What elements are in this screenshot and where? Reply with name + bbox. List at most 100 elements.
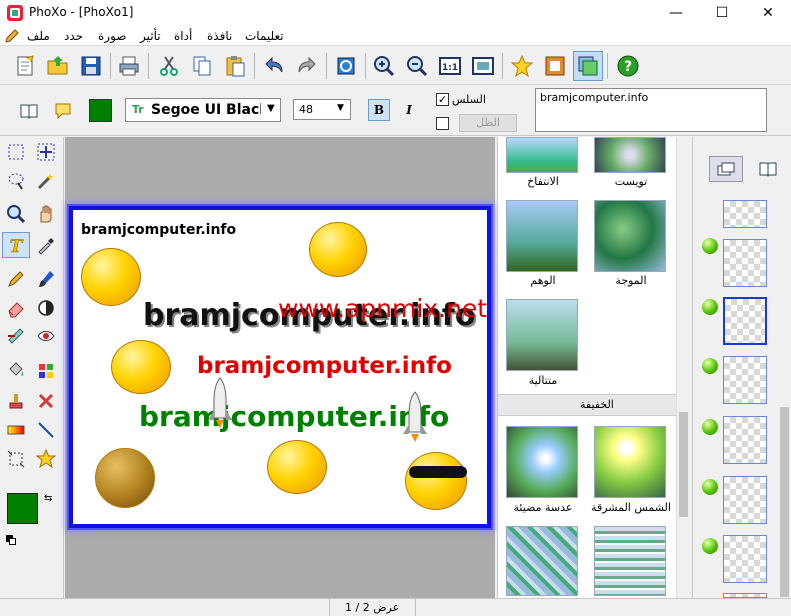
speech-bubble-icon[interactable] bbox=[54, 102, 72, 120]
frame-button[interactable] bbox=[540, 51, 570, 81]
text-color-swatch[interactable] bbox=[89, 99, 112, 122]
color-replace-tool[interactable] bbox=[32, 358, 60, 384]
rect-select-tool[interactable] bbox=[2, 139, 30, 165]
maximize-button[interactable]: ☐ bbox=[699, 0, 745, 26]
layers-tab[interactable] bbox=[709, 156, 743, 182]
zoom-tool[interactable] bbox=[2, 201, 30, 227]
layer-visible-icon[interactable] bbox=[702, 479, 718, 495]
lasso-tool[interactable] bbox=[2, 168, 30, 194]
sad-smiley-icon[interactable] bbox=[267, 440, 327, 494]
effects-scrollbar-thumb[interactable] bbox=[679, 412, 688, 517]
effects-section-header[interactable]: الخفيفة bbox=[498, 394, 689, 416]
layers-scrollbar-thumb[interactable] bbox=[780, 407, 789, 597]
move-tool[interactable] bbox=[32, 139, 60, 165]
layer-thumb[interactable] bbox=[723, 476, 767, 524]
transform-tool[interactable] bbox=[2, 446, 30, 472]
layer-thumb[interactable] bbox=[723, 239, 767, 287]
menu-window[interactable]: نافذة bbox=[207, 29, 232, 43]
shuttle-icon[interactable] bbox=[401, 390, 429, 442]
menu-effect[interactable]: تأثير bbox=[140, 29, 161, 43]
close-button[interactable]: ✕ bbox=[745, 0, 791, 26]
layer-visible-icon[interactable] bbox=[702, 299, 718, 315]
zoom-out-button[interactable] bbox=[402, 51, 432, 81]
shuttle-icon[interactable] bbox=[206, 376, 234, 428]
red-text-layer[interactable]: bramjcomputer.info bbox=[197, 353, 452, 379]
menu-select[interactable]: حدد bbox=[64, 29, 83, 43]
font-select[interactable]: Tr Segoe UI Black ▼ bbox=[125, 98, 281, 122]
book-icon[interactable] bbox=[759, 161, 777, 177]
menu-tool[interactable]: أداة bbox=[174, 29, 192, 43]
save-button[interactable] bbox=[76, 51, 106, 81]
fill-tool[interactable] bbox=[2, 358, 30, 384]
actual-size-button[interactable]: 1:1 bbox=[435, 51, 465, 81]
effect-thumb-bulge[interactable] bbox=[506, 137, 578, 173]
effect-thumb-mesh[interactable] bbox=[506, 526, 578, 596]
layer-thumb-selected[interactable] bbox=[723, 297, 767, 345]
rotate-button[interactable] bbox=[331, 51, 361, 81]
menu-help[interactable]: تعليمات bbox=[245, 29, 284, 43]
redo-button[interactable] bbox=[292, 51, 322, 81]
effect-thumb-blinds[interactable] bbox=[594, 526, 666, 596]
help-button[interactable]: ? bbox=[613, 51, 643, 81]
undo-button[interactable] bbox=[259, 51, 289, 81]
zoom-in-button[interactable] bbox=[369, 51, 399, 81]
shadow-button[interactable]: الظل bbox=[459, 114, 517, 132]
text-input-area[interactable]: bramjcomputer.info bbox=[535, 88, 767, 132]
crying-smiley-icon[interactable] bbox=[111, 340, 171, 394]
sleepy-smiley-icon[interactable] bbox=[309, 222, 367, 277]
layer-thumb[interactable] bbox=[723, 416, 767, 464]
gradient-tool[interactable] bbox=[2, 417, 30, 443]
shadow-checkbox[interactable] bbox=[436, 117, 449, 130]
layer-panel-button[interactable] bbox=[573, 51, 603, 81]
cut-button[interactable] bbox=[154, 51, 184, 81]
minimize-button[interactable]: — bbox=[653, 0, 699, 26]
effect-thumb-wave[interactable] bbox=[594, 200, 666, 272]
layer-visible-icon[interactable] bbox=[702, 538, 718, 554]
copy-button[interactable] bbox=[187, 51, 217, 81]
fit-window-button[interactable] bbox=[468, 51, 498, 81]
layer-thumb[interactable] bbox=[723, 535, 767, 583]
text-tool[interactable]: T bbox=[2, 232, 30, 258]
hand-tool[interactable] bbox=[32, 201, 60, 227]
font-size-select[interactable]: 48 ▼ bbox=[293, 99, 351, 120]
red-eye-tool[interactable] bbox=[32, 323, 60, 349]
italic-button[interactable]: I bbox=[398, 99, 420, 121]
layers-scrollbar[interactable] bbox=[778, 197, 791, 598]
pencil-tool[interactable] bbox=[2, 266, 30, 292]
line-tool[interactable] bbox=[32, 417, 60, 443]
layer-visible-icon[interactable] bbox=[702, 238, 718, 254]
reset-colors-icon[interactable] bbox=[6, 535, 16, 545]
effects-scrollbar[interactable] bbox=[676, 137, 689, 598]
effect-thumb-illusion[interactable] bbox=[506, 200, 578, 272]
menu-image[interactable]: صورة bbox=[98, 29, 126, 43]
print-button[interactable] bbox=[114, 51, 144, 81]
menu-file[interactable]: ملف bbox=[27, 29, 50, 43]
small-text-layer[interactable]: bramjcomputer.info bbox=[81, 222, 236, 238]
paste-button[interactable] bbox=[220, 51, 250, 81]
contrast-tool[interactable] bbox=[32, 295, 60, 321]
brush-tool[interactable] bbox=[32, 266, 60, 292]
image-canvas[interactable]: bramjcomputer.info bramjcomputer.info br… bbox=[69, 206, 491, 528]
favorite-button[interactable] bbox=[507, 51, 537, 81]
effect-thumb-twist[interactable] bbox=[594, 137, 666, 173]
angry-smiley-icon[interactable] bbox=[95, 448, 155, 508]
new-button[interactable] bbox=[10, 51, 40, 81]
effect-thumb-lens-flare[interactable] bbox=[506, 426, 578, 498]
heal-tool[interactable] bbox=[32, 388, 60, 414]
swap-colors-icon[interactable]: ⇆ bbox=[44, 493, 52, 504]
clone-tool[interactable] bbox=[2, 323, 30, 349]
layer-visible-icon[interactable] bbox=[702, 358, 718, 374]
smooth-checkbox[interactable]: ✓ bbox=[436, 93, 449, 106]
magic-wand-tool[interactable] bbox=[32, 168, 60, 194]
stamp-tool[interactable] bbox=[2, 388, 30, 414]
book-icon[interactable] bbox=[20, 103, 38, 119]
foreground-color[interactable] bbox=[7, 493, 38, 524]
bold-button[interactable]: B bbox=[368, 99, 390, 121]
cool-smiley-icon[interactable] bbox=[405, 452, 467, 510]
shape-tool[interactable] bbox=[32, 446, 60, 472]
eyedropper-tool[interactable] bbox=[32, 232, 60, 258]
layer-visible-icon[interactable] bbox=[702, 419, 718, 435]
layer-thumb[interactable] bbox=[723, 200, 767, 228]
love-smiley-icon[interactable] bbox=[81, 248, 141, 306]
layer-thumb[interactable] bbox=[723, 356, 767, 404]
